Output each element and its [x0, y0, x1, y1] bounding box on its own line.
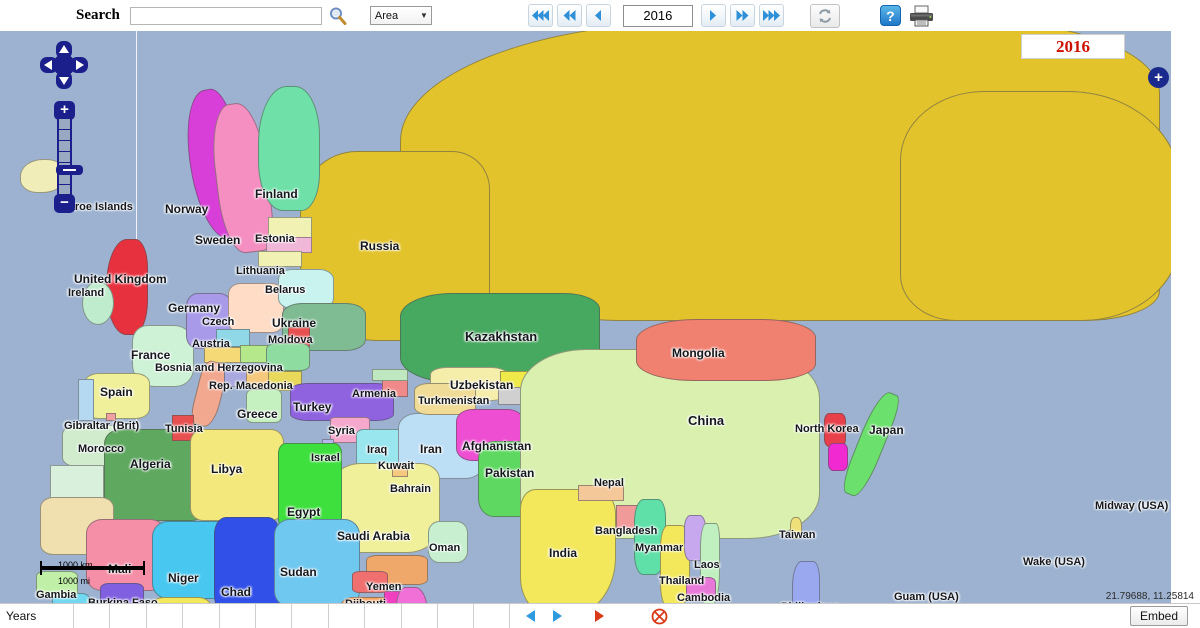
country-libya[interactable]	[190, 429, 284, 521]
country-greece[interactable]	[246, 389, 282, 423]
help-button[interactable]: ?	[879, 5, 901, 26]
country-turkey[interactable]	[290, 383, 394, 421]
search-input[interactable]	[129, 6, 322, 25]
country-portugal[interactable]	[78, 379, 94, 421]
scale-bar: 1000 km 1000 mi	[40, 560, 145, 586]
years-label: Years	[0, 604, 73, 628]
coordinate-readout: 21.79688, 11.25814	[1105, 591, 1194, 602]
country-sudan[interactable]	[274, 519, 360, 603]
timeline-cell[interactable]	[473, 604, 510, 628]
map-year-badge[interactable]: 2016	[1021, 34, 1125, 59]
timeline-cell[interactable]	[109, 604, 146, 628]
step-forward-button[interactable]	[700, 4, 726, 27]
country-eritrea[interactable]	[352, 571, 388, 593]
map-label-wake-usa: Wake (USA)	[1023, 556, 1085, 568]
step-back-button[interactable]	[585, 4, 611, 27]
timeline-cell[interactable]	[218, 604, 255, 628]
country-india[interactable]	[520, 489, 616, 603]
timeline-cell[interactable]	[291, 604, 328, 628]
zoom-slider[interactable]: + −	[54, 101, 83, 213]
country-serbia[interactable]	[246, 367, 270, 389]
map-viewport[interactable]: Faroe Islands Norway Finland Sweden Estonia R…	[0, 31, 1200, 603]
timeline-cell[interactable]	[145, 604, 183, 628]
timeline-cell[interactable]	[254, 604, 292, 628]
country-russia-far-east[interactable]	[900, 91, 1171, 321]
zoom-in-button[interactable]: +	[54, 101, 75, 120]
year-navigation-group: 2016	[527, 4, 788, 27]
zoom-track[interactable]	[56, 119, 83, 195]
country-poland[interactable]	[228, 283, 284, 333]
area-select[interactable]: Area ▼	[369, 6, 432, 25]
chevron-down-icon: ▼	[419, 11, 428, 20]
zoom-slider-handle[interactable]	[56, 165, 83, 175]
timeline-cell[interactable]	[327, 604, 365, 628]
timeline-cell[interactable]	[400, 604, 437, 628]
skip-forward-fast-button[interactable]	[729, 4, 755, 27]
skip-back-fast-button[interactable]	[556, 4, 582, 27]
country-north-korea[interactable]	[824, 413, 846, 447]
timeline-step-forward-button[interactable]	[544, 605, 570, 628]
timeline-cells[interactable]	[73, 604, 510, 628]
country-japan[interactable]	[838, 388, 904, 500]
embed-button[interactable]: Embed	[1129, 606, 1188, 626]
pan-zoom-control[interactable]: + −	[38, 39, 90, 215]
timeline-step-back-button[interactable]	[518, 605, 544, 628]
country-burkina-faso[interactable]	[100, 583, 144, 603]
timeline-play-button[interactable]	[586, 605, 612, 628]
map-canvas[interactable]: Faroe Islands Norway Finland Sweden Estonia R…	[0, 31, 1171, 603]
country-south-korea[interactable]	[828, 443, 848, 471]
timeline-stop-button[interactable]	[646, 605, 672, 628]
zoom-out-button[interactable]: −	[54, 194, 75, 213]
country-taiwan[interactable]	[790, 517, 802, 539]
country-united-kingdom[interactable]	[106, 239, 148, 335]
scale-bar-mi-label: 1000 mi	[58, 576, 91, 586]
refresh-button[interactable]	[809, 3, 840, 28]
country-chad[interactable]	[214, 517, 280, 603]
country-estonia[interactable]	[268, 217, 312, 239]
country-cambodia[interactable]	[686, 577, 716, 601]
pan-dpad[interactable]	[38, 39, 90, 91]
skip-forward-fastest-button[interactable]	[758, 4, 784, 27]
printer-icon[interactable]	[909, 4, 935, 28]
country-oman[interactable]	[428, 521, 468, 563]
country-kuwait[interactable]	[392, 463, 408, 477]
country-gibraltar[interactable]	[106, 413, 116, 421]
skip-back-fastest-button[interactable]	[527, 4, 553, 27]
country-armenia[interactable]	[382, 379, 408, 397]
country-lithuania[interactable]	[258, 251, 302, 267]
country-somalia[interactable]	[396, 587, 428, 603]
map-label-guam-usa: Guam (USA)	[894, 591, 959, 603]
timeline-bar: Years Embed	[0, 603, 1200, 628]
magnifier-icon[interactable]	[328, 5, 348, 27]
country-finland[interactable]	[258, 86, 320, 211]
layer-switcher-button[interactable]: +	[1148, 67, 1169, 88]
country-nepal[interactable]	[578, 485, 624, 501]
country-mongolia[interactable]	[636, 319, 816, 381]
country-egypt[interactable]	[278, 443, 342, 529]
area-select-value: Area	[374, 9, 399, 22]
country-romania[interactable]	[266, 343, 310, 371]
map-label-midway-usa: Midway (USA)	[1095, 500, 1169, 512]
year-input[interactable]: 2016	[622, 4, 693, 27]
search-label: Search	[76, 7, 120, 23]
country-ireland[interactable]	[82, 281, 114, 325]
timeline-cell[interactable]	[364, 604, 401, 628]
top-toolbar: Search Area ▼ 2016 ?	[0, 0, 1200, 31]
country-georgia[interactable]	[372, 369, 408, 381]
timeline-playback-controls	[510, 604, 1200, 628]
country-philippines[interactable]	[792, 561, 820, 603]
timeline-cell[interactable]	[73, 604, 110, 628]
timeline-cell[interactable]	[182, 604, 219, 628]
scale-bar-km-label: 1000 km	[58, 560, 93, 570]
timeline-cell[interactable]	[436, 604, 474, 628]
